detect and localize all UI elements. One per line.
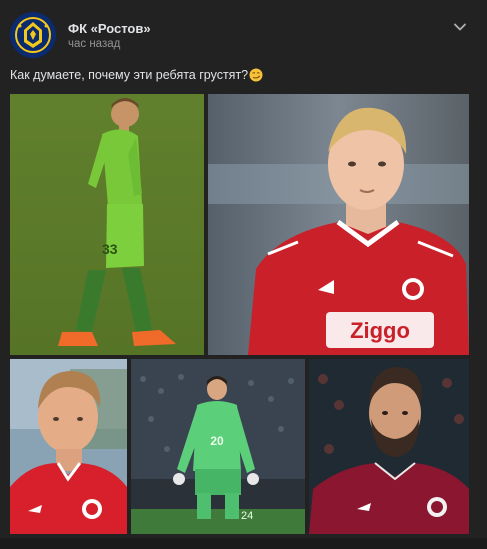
svg-text:24: 24 [241, 510, 253, 522]
smirk-emoji-icon [249, 68, 263, 82]
post-photo-3[interactable] [10, 359, 127, 534]
post-photo-5[interactable] [309, 359, 469, 534]
post-text: Как думаете, почему эти ребята грустят? [10, 68, 263, 82]
post-menu-button[interactable] [451, 18, 469, 36]
svg-text:33: 33 [102, 241, 118, 257]
svg-text:Ziggo: Ziggo [350, 318, 410, 343]
author-name[interactable]: ФК «Ростов» [68, 21, 151, 36]
club-logo-icon [10, 12, 56, 58]
svg-text:20: 20 [210, 434, 224, 448]
post-footer [0, 538, 487, 549]
post-time[interactable]: час назад [68, 38, 120, 50]
post-photo-1[interactable]: 33 [10, 94, 204, 355]
post-photo-4[interactable]: 20 24 [131, 359, 305, 534]
chevron-down-icon [454, 23, 466, 31]
avatar[interactable] [10, 12, 56, 58]
post-photo-2[interactable]: Ziggo [208, 94, 469, 355]
post-card: ФК «Ростов» час назад Как думаете, почем… [0, 0, 487, 549]
post-text-content: Как думаете, почему эти ребята грустят? [10, 68, 249, 82]
post-header: ФК «Ростов» час назад [10, 12, 477, 60]
